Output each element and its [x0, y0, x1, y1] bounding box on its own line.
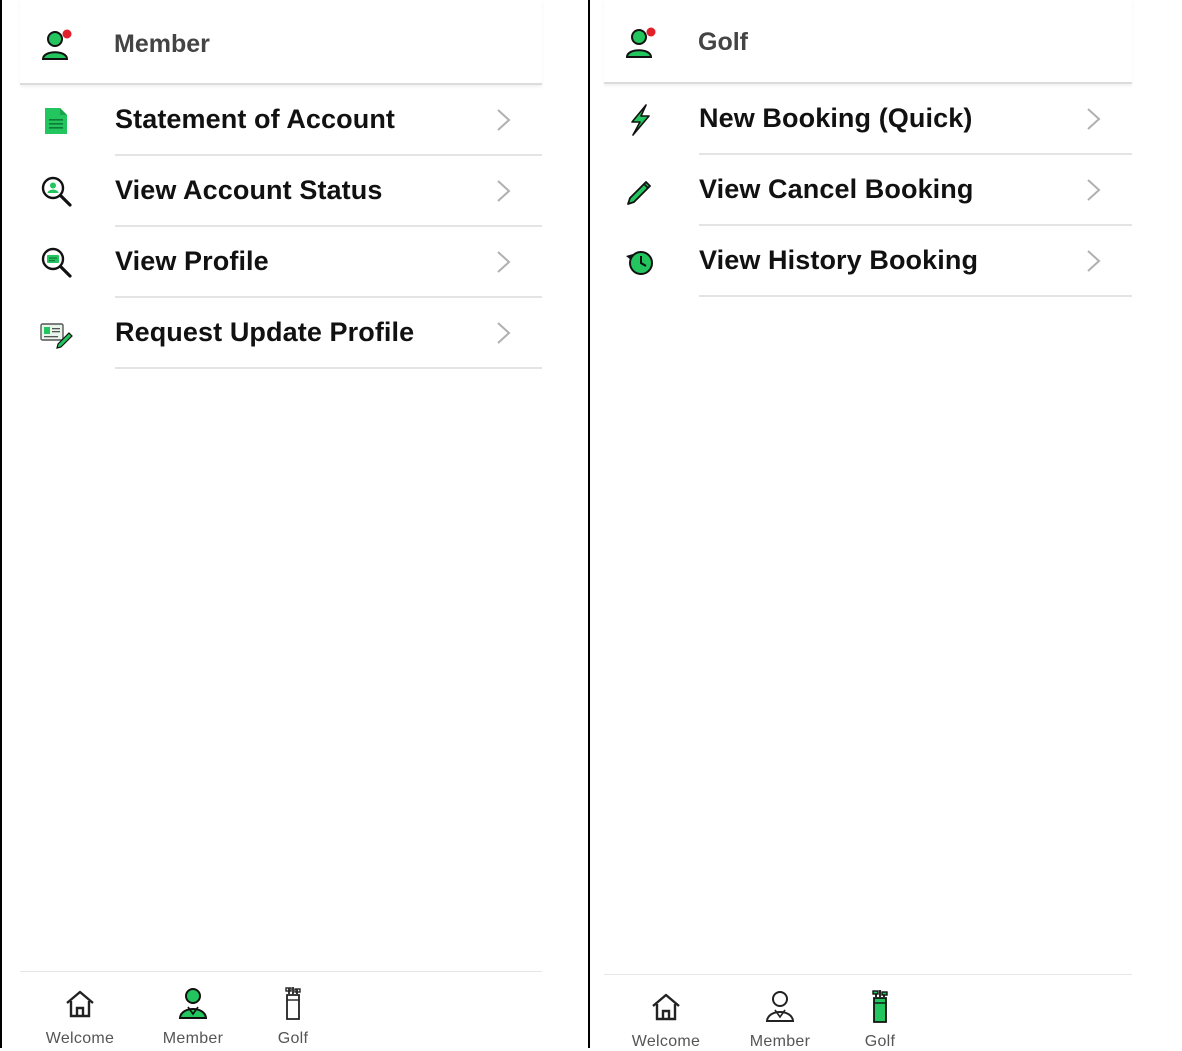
chevron-right-icon	[1087, 179, 1101, 201]
tab-label: Golf	[277, 1030, 309, 1047]
member-screen: Member Statement of Account View Account…	[20, 0, 542, 1048]
tab-golf[interactable]: Golf	[830, 975, 930, 1051]
bottom-tab-bar: Welcome Member Golf	[20, 971, 542, 1048]
tab-golf[interactable]: Golf	[243, 972, 343, 1048]
golf-bag-icon	[872, 990, 888, 1023]
menu-item-label: Statement of Account	[115, 104, 396, 134]
golf-header: Golf	[604, 0, 1132, 84]
edit-card-icon	[40, 323, 73, 349]
menu-item-label: View Account Status	[115, 175, 383, 205]
tab-member[interactable]: Member	[143, 972, 243, 1048]
page-title: Member	[114, 30, 210, 58]
member-header: Member	[20, 0, 542, 85]
menu-item-view-account-status[interactable]: View Account Status	[20, 156, 542, 227]
chevron-right-icon	[497, 180, 511, 202]
menu-item-label: View Profile	[115, 246, 269, 276]
tab-label: Golf	[864, 1033, 896, 1050]
home-icon	[652, 993, 680, 1021]
pencil-icon	[627, 181, 651, 205]
chevron-right-icon	[1087, 108, 1101, 130]
menu-item-request-update-profile[interactable]: Request Update Profile	[20, 298, 542, 369]
lightning-icon	[631, 104, 650, 136]
tab-label: Welcome	[631, 1033, 701, 1050]
search-card-icon	[41, 247, 72, 278]
chevron-right-icon	[497, 322, 511, 344]
golf-screen: Golf New Booking (Quick) View Cancel Boo…	[604, 0, 1132, 1051]
menu-item-label: View History Booking	[699, 245, 979, 275]
member-menu: Statement of Account View Account Status	[20, 85, 542, 369]
page-title: Golf	[698, 28, 748, 56]
tab-welcome[interactable]: Welcome	[30, 972, 130, 1048]
screen-divider	[588, 0, 590, 1048]
menu-item-view-cancel-booking[interactable]: View Cancel Booking	[604, 155, 1132, 226]
menu-item-label: View Cancel Booking	[699, 174, 974, 204]
tab-label: Member	[162, 1030, 224, 1047]
document-icon	[45, 108, 67, 134]
chevron-right-icon	[1087, 250, 1101, 272]
menu-item-statement-of-account[interactable]: Statement of Account	[20, 85, 542, 156]
menu-item-view-history-booking[interactable]: View History Booking	[604, 226, 1132, 297]
menu-divider	[699, 295, 1132, 297]
menu-item-label: Request Update Profile	[115, 317, 415, 347]
menu-item-label: New Booking (Quick)	[699, 103, 973, 133]
menu-item-view-profile[interactable]: View Profile	[20, 227, 542, 298]
chevron-right-icon	[497, 251, 511, 273]
history-icon	[626, 251, 653, 275]
menu-item-new-booking-quick[interactable]: New Booking (Quick)	[604, 84, 1132, 155]
tab-label: Welcome	[45, 1030, 115, 1047]
user-alert-icon	[41, 29, 72, 60]
golf-menu: New Booking (Quick) View Cancel Booking …	[604, 84, 1132, 297]
user-icon	[178, 988, 208, 1019]
search-user-icon	[41, 176, 72, 207]
user-icon	[765, 991, 795, 1022]
chevron-right-icon	[497, 109, 511, 131]
tab-member[interactable]: Member	[730, 975, 830, 1051]
menu-divider	[115, 367, 542, 369]
golf-bag-icon	[285, 987, 301, 1020]
bottom-tab-bar: Welcome Member Golf	[604, 974, 1132, 1051]
home-icon	[66, 990, 94, 1018]
tab-label: Member	[749, 1033, 811, 1050]
user-alert-icon	[625, 27, 656, 58]
tab-welcome[interactable]: Welcome	[616, 975, 716, 1051]
